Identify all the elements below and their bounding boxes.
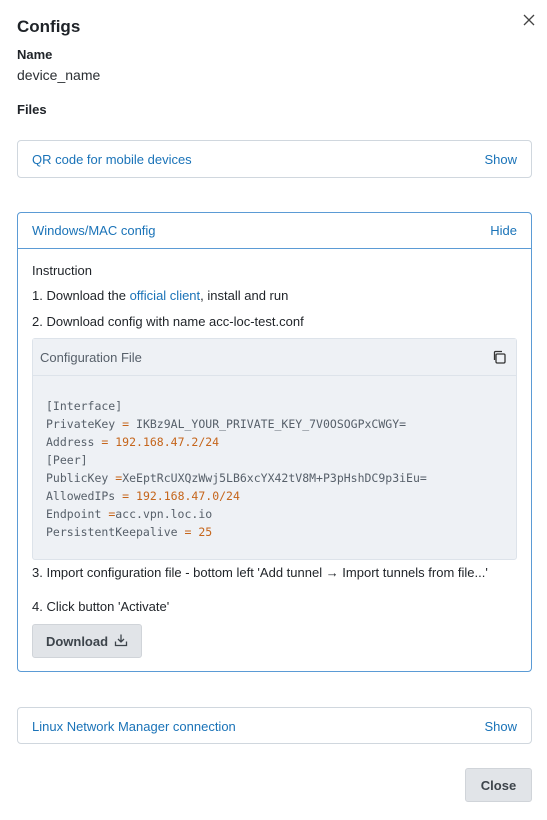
config-file-card: Configuration File [Interface] PrivateKey… bbox=[32, 338, 517, 560]
download-button[interactable]: Download bbox=[32, 624, 142, 658]
config-key: PublicKey bbox=[46, 471, 116, 485]
step-4: 4. Click button 'Activate' bbox=[32, 599, 170, 614]
name-label: Name bbox=[17, 47, 53, 62]
config-line: PrivateKey = IKBz9AL_YOUR_PRIVATE_KEY_7V… bbox=[46, 415, 503, 433]
config-line: AllowedIPs = 192.168.47.0/24 bbox=[46, 487, 503, 505]
config-line: [Peer] bbox=[46, 451, 503, 469]
config-key: AllowedIPs bbox=[46, 489, 123, 503]
config-key: Endpoint bbox=[46, 507, 109, 521]
config-line: Address = 192.168.47.2/24 bbox=[46, 433, 503, 451]
linux-show-toggle[interactable]: Show bbox=[484, 719, 517, 734]
config-key: PrivateKey bbox=[46, 417, 123, 431]
official-client-link[interactable]: official client bbox=[130, 288, 201, 303]
copy-icon[interactable] bbox=[490, 348, 508, 366]
config-key: Address bbox=[46, 435, 102, 449]
download-icon bbox=[114, 633, 128, 650]
qr-show-toggle[interactable]: Show bbox=[484, 152, 517, 167]
dialog-title: Configs bbox=[17, 17, 81, 36]
linux-accordion-title: Linux Network Manager connection bbox=[32, 718, 236, 734]
qr-accordion: QR code for mobile devices Show bbox=[17, 140, 532, 178]
config-value: 192.168.47.0/24 bbox=[129, 489, 240, 503]
step-2: 2. Download config with name acc-loc-tes… bbox=[32, 314, 304, 329]
linux-accordion: Linux Network Manager connection Show bbox=[17, 707, 532, 744]
config-line: PublicKey =XeEptRcUXQzWwj5LB6xcYX42tV8M+… bbox=[46, 469, 503, 487]
windows-hide-toggle[interactable]: Hide bbox=[490, 223, 517, 238]
config-file-header: Configuration File bbox=[33, 339, 516, 376]
windows-accordion-header[interactable]: Windows/MAC config Hide bbox=[18, 213, 531, 249]
config-key: [Interface] bbox=[46, 399, 123, 413]
close-icon[interactable] bbox=[519, 10, 539, 30]
download-button-label: Download bbox=[45, 633, 109, 649]
step-1-suffix: , install and run bbox=[200, 288, 289, 303]
config-line: PersistentKeepalive = 25 bbox=[46, 523, 503, 541]
linux-accordion-header[interactable]: Linux Network Manager connection Show bbox=[18, 708, 531, 744]
config-value: 25 bbox=[191, 525, 213, 539]
config-value: IKBz9AL_YOUR_PRIVATE_KEY_7V0OSOGPxCWGY= bbox=[129, 417, 407, 431]
step-3: 3. Import configuration file - bottom le… bbox=[32, 565, 488, 580]
config-key: PersistentKeepalive bbox=[46, 525, 185, 539]
step-1-prefix: 1. Download the bbox=[32, 288, 130, 303]
config-file-content: [Interface] PrivateKey = IKBz9AL_YOUR_PRI… bbox=[33, 376, 516, 541]
config-file-title: Configuration File bbox=[40, 349, 142, 365]
config-value: XeEptRcUXQzWwj5LB6xcYX42tV8M+P3pHshDC9p3… bbox=[122, 471, 427, 485]
step-1: 1. Download the official client, install… bbox=[32, 288, 288, 303]
config-line: [Interface] bbox=[46, 397, 503, 415]
qr-accordion-header[interactable]: QR code for mobile devices Show bbox=[18, 141, 531, 177]
instruction-title: Instruction bbox=[32, 263, 92, 278]
files-label: Files bbox=[17, 102, 47, 117]
close-button[interactable]: Close bbox=[465, 768, 532, 802]
config-value: acc.vpn.loc.io bbox=[115, 507, 213, 521]
config-key: [Peer] bbox=[46, 453, 88, 467]
qr-accordion-title: QR code for mobile devices bbox=[32, 151, 192, 167]
config-line: Endpoint =acc.vpn.loc.io bbox=[46, 505, 503, 523]
windows-accordion-title: Windows/MAC config bbox=[32, 223, 156, 238]
name-value: device_name bbox=[17, 67, 101, 83]
windows-accordion: Windows/MAC config Hide Instruction 1. D… bbox=[17, 212, 532, 672]
config-value: 192.168.47.2/24 bbox=[108, 435, 220, 449]
